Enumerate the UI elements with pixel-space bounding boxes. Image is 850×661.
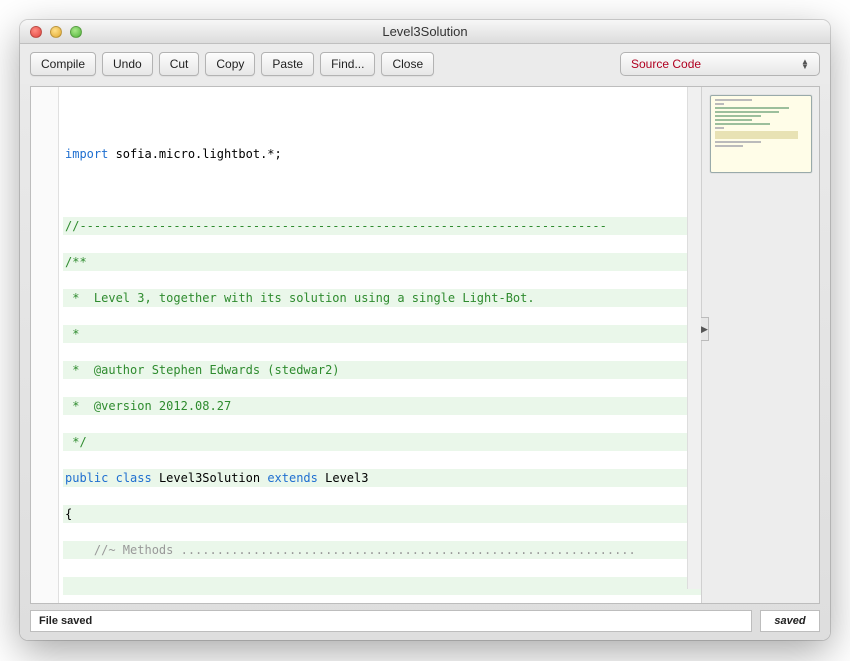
javadoc: * Level 3, together with its solution us…	[65, 291, 535, 305]
copy-button[interactable]: Copy	[205, 52, 255, 76]
undo-button[interactable]: Undo	[102, 52, 153, 76]
kw-public: public	[65, 471, 108, 485]
statusbar: File saved saved	[20, 610, 830, 640]
zoom-window-icon[interactable]	[70, 26, 82, 38]
javadoc: * @version 2012.08.27	[65, 399, 231, 413]
javadoc: * @author Stephen Edwards (stedwar2)	[65, 363, 340, 377]
content-area: import sofia.micro.lightbot.*; //-------…	[30, 86, 820, 604]
minimize-window-icon[interactable]	[50, 26, 62, 38]
view-mode-selector[interactable]: Source Code ▲▼	[620, 52, 820, 76]
comment-sep: //--------------------------------------…	[65, 219, 607, 233]
compile-button[interactable]: Compile	[30, 52, 96, 76]
vertical-scrollbar[interactable]	[687, 87, 701, 589]
toolbar: Compile Undo Cut Copy Paste Find... Clos…	[20, 44, 830, 84]
minimap[interactable]	[710, 95, 812, 173]
panel-collapse-handle[interactable]: ▶	[701, 317, 709, 341]
close-button[interactable]: Close	[381, 52, 434, 76]
code-text: sofia.micro.lightbot.*;	[108, 147, 281, 161]
editor-pane: import sofia.micro.lightbot.*; //-------…	[31, 87, 701, 603]
titlebar: Level3Solution	[20, 20, 830, 44]
kw-class: class	[116, 471, 152, 485]
stepper-arrows-icon: ▲▼	[797, 59, 813, 69]
cut-button[interactable]: Cut	[159, 52, 200, 76]
javadoc: */	[65, 435, 87, 449]
code-editor[interactable]: import sofia.micro.lightbot.*; //-------…	[59, 87, 701, 603]
kw-import: import	[65, 147, 108, 161]
status-message: File saved	[30, 610, 752, 632]
javadoc: *	[65, 327, 79, 341]
overview-panel: ▶	[701, 87, 819, 603]
window-controls	[20, 26, 82, 38]
find-button[interactable]: Find...	[320, 52, 375, 76]
class-name: Level3Solution	[152, 471, 268, 485]
gutter	[31, 87, 59, 603]
window-title: Level3Solution	[20, 24, 830, 39]
editor-window: Level3Solution Compile Undo Cut Copy Pas…	[20, 20, 830, 640]
javadoc: /**	[65, 255, 87, 269]
view-mode-value: Source Code	[631, 57, 797, 71]
parent-class: Level3	[318, 471, 369, 485]
status-state: saved	[760, 610, 820, 632]
paste-button[interactable]: Paste	[261, 52, 314, 76]
kw-extends: extends	[267, 471, 318, 485]
section-header: //~ Methods ............................…	[65, 543, 636, 557]
brace: {	[63, 505, 701, 523]
close-window-icon[interactable]	[30, 26, 42, 38]
